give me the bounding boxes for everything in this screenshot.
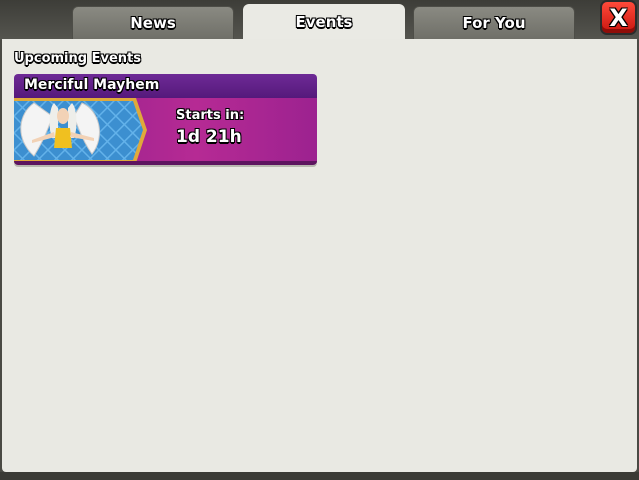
tab-events[interactable]: Events (243, 4, 405, 40)
tab-news-label: News (130, 14, 176, 32)
event-header: Merciful Mayhem (14, 74, 317, 99)
tab-for-you[interactable]: For You (413, 6, 575, 39)
tab-news[interactable]: News (72, 6, 234, 39)
event-name: Merciful Mayhem (24, 77, 160, 93)
starts-in-label: Starts in: (176, 108, 245, 123)
close-button[interactable]: X (600, 0, 637, 35)
tab-events-label: Events (295, 13, 353, 31)
event-card[interactable]: Merciful Mayhem Starts in: 1d 21h (14, 74, 317, 165)
events-panel: Upcoming Events Merciful Mayhem Starts i… (2, 39, 637, 472)
close-icon: X (609, 3, 628, 32)
angel-hero-icon (14, 98, 147, 163)
bottom-strip (0, 472, 639, 480)
section-title: Upcoming Events (14, 51, 141, 66)
event-card-bottom (14, 161, 317, 165)
tab-for-you-label: For You (462, 14, 526, 32)
starts-in-value: 1d 21h (176, 127, 242, 147)
